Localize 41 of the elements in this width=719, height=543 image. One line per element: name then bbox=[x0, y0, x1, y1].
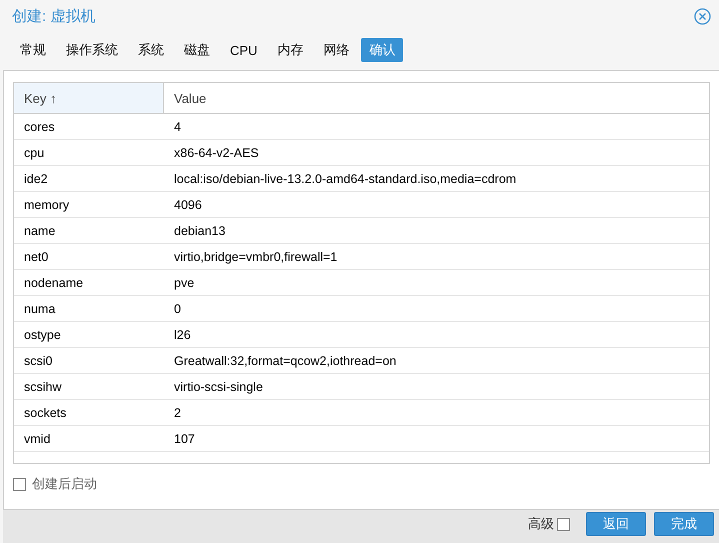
table-cell-text: l26 bbox=[173, 328, 192, 342]
table-cell-text: 107 bbox=[173, 432, 196, 446]
table-cell-text: nodename bbox=[23, 276, 84, 290]
table-cell-text: debian13 bbox=[173, 224, 226, 238]
tab[interactable]: 系统 bbox=[130, 38, 172, 62]
table-cell-text: virtio-scsi-single bbox=[173, 380, 264, 394]
table-cell-text: 2 bbox=[173, 406, 182, 420]
checkbox-label: 高级 bbox=[528, 515, 554, 533]
tab[interactable]: CPU bbox=[222, 40, 266, 60]
tab[interactable]: 内存 bbox=[269, 38, 312, 62]
tab[interactable]: 磁盘 bbox=[176, 38, 218, 62]
table-cell-text: x86-64-v2-AES bbox=[173, 146, 260, 160]
table-cell-text: net0 bbox=[23, 250, 50, 264]
table-cell-text: 0 bbox=[173, 302, 182, 316]
table-cell-text: virtio,bridge=vmbr0,firewall=1 bbox=[173, 250, 338, 264]
table-cell-text: cores bbox=[23, 120, 56, 134]
close-icon[interactable] bbox=[694, 8, 711, 24]
checkbox-label: 创建后启动 bbox=[32, 475, 97, 493]
table-cell-text: memory bbox=[23, 198, 70, 212]
checkbox[interactable] bbox=[13, 478, 26, 490]
table-cell-text: ide2 bbox=[23, 172, 49, 186]
table-cell-text: Greatwall:32,format=qcow2,iothread=on bbox=[173, 354, 398, 368]
column-header[interactable]: Value bbox=[164, 83, 709, 113]
table-cell-text: cpu bbox=[23, 146, 46, 160]
table-cell-text: 4 bbox=[173, 120, 182, 134]
column-header[interactable]: Key ↑ bbox=[14, 83, 164, 113]
table-cell-text: scsi0 bbox=[23, 354, 54, 368]
table-cell-text: local:iso/debian-live-13.2.0-amd64-standard.iso,media=cdrom bbox=[173, 172, 518, 186]
table-cell-text: ostype bbox=[23, 328, 62, 342]
table-cell-text: 4096 bbox=[173, 198, 203, 212]
table-cell-text: scsihw bbox=[23, 380, 63, 394]
table-cell-text: pve bbox=[173, 276, 196, 290]
tab[interactable]: 常规 bbox=[12, 38, 54, 62]
tab[interactable]: 网络 bbox=[315, 38, 358, 62]
table-cell-text: name bbox=[23, 224, 56, 238]
window-title: 创建: 虚拟机 bbox=[12, 6, 96, 26]
table-cell-text: vmid bbox=[23, 432, 52, 446]
checkbox[interactable] bbox=[557, 518, 570, 530]
tab[interactable]: 操作系统 bbox=[58, 38, 126, 62]
table-cell-text: sockets bbox=[23, 406, 68, 420]
table-cell-text: numa bbox=[23, 302, 56, 316]
